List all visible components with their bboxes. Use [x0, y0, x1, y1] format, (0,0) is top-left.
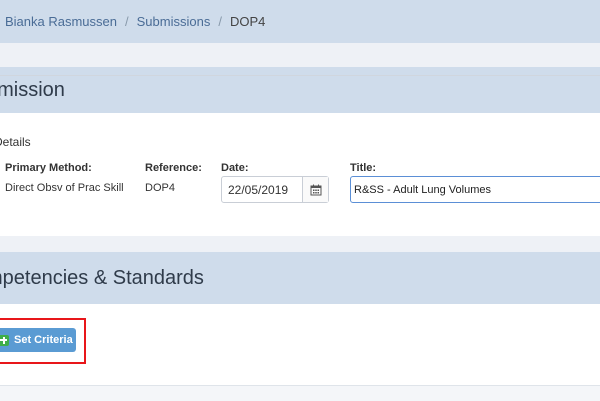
- breadcrumb-link-submissions[interactable]: Submissions: [137, 14, 211, 29]
- primary-method-label: Primary Method:: [5, 162, 92, 174]
- reference-label: Reference:: [145, 162, 202, 174]
- competencies-panel-header: mpetencies & Standards: [0, 252, 600, 304]
- breadcrumb-current: DOP4: [229, 14, 266, 29]
- calendar-button[interactable]: [302, 177, 328, 202]
- title-label: Title:: [350, 162, 377, 174]
- date-input[interactable]: [222, 177, 302, 202]
- competencies-panel-title: mpetencies & Standards: [0, 266, 204, 289]
- breadcrumb: Bianka Rasmussen / Submissions / DOP4: [0, 0, 600, 43]
- breadcrumb-link-student[interactable]: Bianka Rasmussen: [5, 14, 117, 29]
- primary-method-value: Direct Obsv of Prac Skill: [5, 182, 124, 194]
- submission-panel-header: bmission: [0, 67, 600, 113]
- competencies-panel: mpetencies & Standards: [0, 252, 600, 385]
- breadcrumb-separator: /: [125, 14, 129, 29]
- title-input[interactable]: [350, 176, 600, 203]
- set-criteria-label: Set Criteria: [14, 334, 73, 346]
- plus-icon: [0, 334, 9, 346]
- reference-value: DOP4: [145, 182, 175, 194]
- set-criteria-button[interactable]: Set Criteria: [0, 328, 76, 352]
- date-label: Date:: [221, 162, 249, 174]
- calendar-icon: [310, 184, 321, 195]
- next-panel-edge: [0, 385, 600, 401]
- details-fieldset: [0, 75, 600, 86]
- submission-panel: bmission: [0, 67, 600, 236]
- details-legend: Details: [0, 135, 37, 149]
- date-field-group: [221, 176, 329, 203]
- breadcrumb-separator: /: [218, 14, 222, 29]
